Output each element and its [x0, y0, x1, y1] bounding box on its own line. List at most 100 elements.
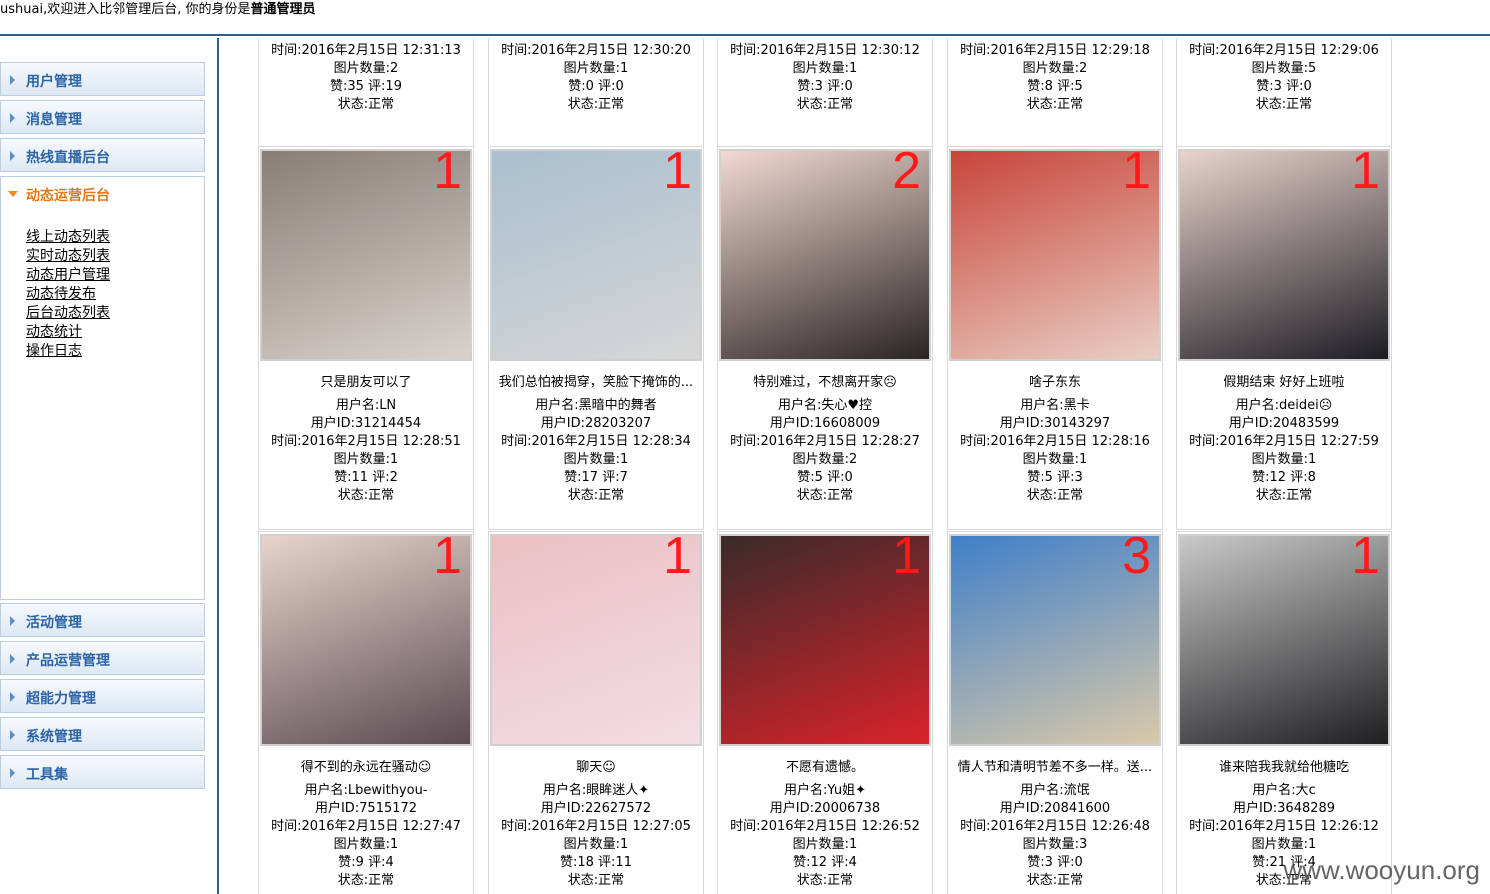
like-comment-stats: 赞:3 评:0 — [797, 79, 853, 94]
feed-photo[interactable]: 1 — [1178, 534, 1390, 746]
submenu-realtime-feed-list[interactable]: 实时动态列表 — [26, 245, 110, 265]
like-comment-stats: 赞:5 评:3 — [1027, 470, 1083, 485]
like-comment-stats: 赞:8 评:5 — [1027, 79, 1083, 94]
feed-photo[interactable]: 1 — [260, 149, 472, 361]
feed-photo[interactable]: 2 — [719, 149, 931, 361]
feed-photo[interactable]: 1 — [949, 149, 1161, 361]
image-count: 图片数量:1 — [792, 837, 858, 852]
user-id: 用户ID:22627572 — [540, 801, 652, 816]
menu-hotline-live[interactable]: 热线直播后台 — [0, 138, 205, 172]
image-count: 图片数量:1 — [792, 61, 858, 76]
menu-message-management[interactable]: 消息管理 — [0, 100, 205, 134]
feed-card: 用户ID:31190844时间:2016年2月15日 12:30:12图片数量:… — [717, 38, 933, 148]
menu-label: 热线直播后台 — [26, 150, 110, 166]
submenu-feed-statistics[interactable]: 动态统计 — [26, 321, 82, 341]
submenu-operation-log[interactable]: 操作日志 — [26, 340, 82, 360]
header-divider — [0, 34, 1490, 36]
image-count-badge: 1 — [663, 534, 692, 585]
post-status: 状态:正常 — [1026, 97, 1084, 112]
feed-card: 1 不愿有遗憾。 用户名:Yu姐✦ 用户ID:20006738 时间:2016年2月15… — [717, 531, 933, 894]
post-caption: 不愿有遗憾。 — [785, 760, 864, 775]
menu-superpower-management[interactable]: 超能力管理 — [0, 679, 205, 713]
like-comment-stats: 赞:0 评:0 — [568, 79, 624, 94]
menu-label: 工具集 — [26, 767, 68, 783]
user-id: 用户ID:20006738 — [769, 801, 881, 816]
post-status: 状态:正常 — [1026, 873, 1084, 888]
post-status: 状态:正常 — [337, 97, 395, 112]
menu-activity-management[interactable]: 活动管理 — [0, 603, 205, 637]
image-count: 图片数量:2 — [792, 452, 858, 467]
feed-card: 1 我们总怕被揭穿，笑脸下掩饰的... 用户名:黑暗中的舞者 用户ID:2820320… — [488, 146, 704, 530]
post-status: 状态:正常 — [796, 97, 854, 112]
like-comment-stats: 赞:17 评:7 — [564, 470, 628, 485]
user-name: 用户名:deidei☹ — [1235, 398, 1333, 413]
image-count: 图片数量:2 — [333, 61, 399, 76]
menu-user-management[interactable]: 用户管理 — [0, 62, 205, 96]
feed-card: 1 聊天☺ 用户名:眼眸迷人✦ 用户ID:22627572 时间:2016年2月15日 … — [488, 531, 704, 894]
submenu-backend-feed-list[interactable]: 后台动态列表 — [26, 302, 110, 322]
menu-system-management[interactable]: 系统管理 — [0, 717, 205, 751]
user-id: 用户ID:31214454 — [310, 416, 422, 431]
user-id: 用户ID:3648289 — [1232, 801, 1336, 816]
image-count-badge: 1 — [433, 149, 462, 200]
post-caption: 我们总怕被揭穿，笑脸下掩饰的... — [498, 375, 694, 390]
user-name: 用户名:Yu姐✦ — [784, 783, 866, 798]
post-time: 时间:2016年2月15日 12:29:06 — [1189, 43, 1379, 58]
post-status: 状态:正常 — [1026, 488, 1084, 503]
feed-photo[interactable]: 1 — [490, 534, 702, 746]
sidebar: 用户管理 消息管理 热线直播后台 动态运营后台 线上动态列表 实时动态列表 动态… — [0, 38, 220, 894]
post-caption: 假期结束 好好上班啦 — [1223, 375, 1345, 390]
post-status: 状态:正常 — [567, 488, 625, 503]
menu-label: 活动管理 — [26, 615, 82, 631]
post-time: 时间:2016年2月15日 12:28:34 — [501, 434, 691, 449]
feed-photo[interactable]: 1 — [490, 149, 702, 361]
post-caption: 情人节和清明节差不多一样。送... — [957, 760, 1153, 775]
post-status: 状态:正常 — [337, 488, 395, 503]
image-count-badge: 1 — [1122, 149, 1151, 200]
feed-card: 1 只是朋友可以了 用户名:LN 用户ID:31214454 时间:2016年2月15日… — [258, 146, 474, 530]
user-id: 用户ID:16608009 — [769, 416, 881, 431]
menu-label: 动态运营后台 — [26, 188, 110, 204]
expand-arrow-icon — [10, 692, 15, 702]
menu-feed-operations[interactable]: 动态运营后台 — [0, 176, 205, 210]
post-caption: 啥子东东 — [1028, 375, 1081, 390]
post-time: 时间:2016年2月15日 12:28:51 — [271, 434, 461, 449]
menu-label: 超能力管理 — [26, 691, 96, 707]
watermark: www.wooyun.org — [1283, 855, 1480, 885]
image-count: 图片数量:2 — [1022, 61, 1088, 76]
like-comment-stats: 赞:18 评:11 — [560, 855, 632, 870]
menu-toolset[interactable]: 工具集 — [0, 755, 205, 789]
user-id: 用户ID:7515172 — [314, 801, 418, 816]
admin-role: 普通管理员 — [250, 2, 316, 17]
feed-photo[interactable]: 3 — [949, 534, 1161, 746]
feed-card: 用户ID:21543713时间:2016年2月15日 12:29:06图片数量:… — [1176, 38, 1392, 148]
post-time: 时间:2016年2月15日 12:28:16 — [960, 434, 1150, 449]
feed-photo[interactable]: 1 — [719, 534, 931, 746]
post-time: 时间:2016年2月15日 12:30:20 — [501, 43, 691, 58]
submenu-online-feed-list[interactable]: 线上动态列表 — [26, 226, 110, 246]
menu-label: 产品运营管理 — [26, 653, 110, 669]
post-caption: 聊天☺ — [576, 760, 616, 775]
like-comment-stats: 赞:35 评:19 — [330, 79, 402, 94]
user-id: 用户ID:30143297 — [999, 416, 1111, 431]
post-caption: 只是朋友可以了 — [320, 375, 412, 390]
post-status: 状态:正常 — [1255, 488, 1313, 503]
top-bar: ushuai,欢迎进入比邻管理后台, 你的身份是普通管理员 — [0, 0, 1490, 36]
welcome-message: ushuai,欢迎进入比邻管理后台, 你的身份是普通管理员 — [0, 2, 316, 17]
post-time: 时间:2016年2月15日 12:28:27 — [730, 434, 920, 449]
menu-product-operations[interactable]: 产品运营管理 — [0, 641, 205, 675]
submenu-feed-pending[interactable]: 动态待发布 — [26, 283, 96, 303]
submenu-feed-user-management[interactable]: 动态用户管理 — [26, 264, 110, 284]
feed-photo[interactable]: 1 — [1178, 149, 1390, 361]
expand-arrow-icon — [10, 654, 15, 664]
like-comment-stats: 赞:12 评:4 — [793, 855, 857, 870]
feed-card: 1 假期结束 好好上班啦 用户名:deidei☹ 用户ID:20483599 时间:20… — [1176, 146, 1392, 530]
sidebar-divider — [217, 38, 219, 894]
feed-card: 1 得不到的永远在骚动☺ 用户名:Lbewithyou- 用户ID:7515172 时间… — [258, 531, 474, 894]
feed-card: 用户ID:27521763时间:2016年2月15日 12:30:20图片数量:… — [488, 38, 704, 148]
post-time: 时间:2016年2月15日 12:27:47 — [271, 819, 461, 834]
feed-card: 1 谁来陪我我就给他糖吃 用户名:大c 用户ID:3648289 时间:2016年2月1… — [1176, 531, 1392, 894]
post-time: 时间:2016年2月15日 12:30:12 — [730, 43, 920, 58]
feed-photo[interactable]: 1 — [260, 534, 472, 746]
user-name: 用户名:眼眸迷人✦ — [542, 783, 650, 798]
